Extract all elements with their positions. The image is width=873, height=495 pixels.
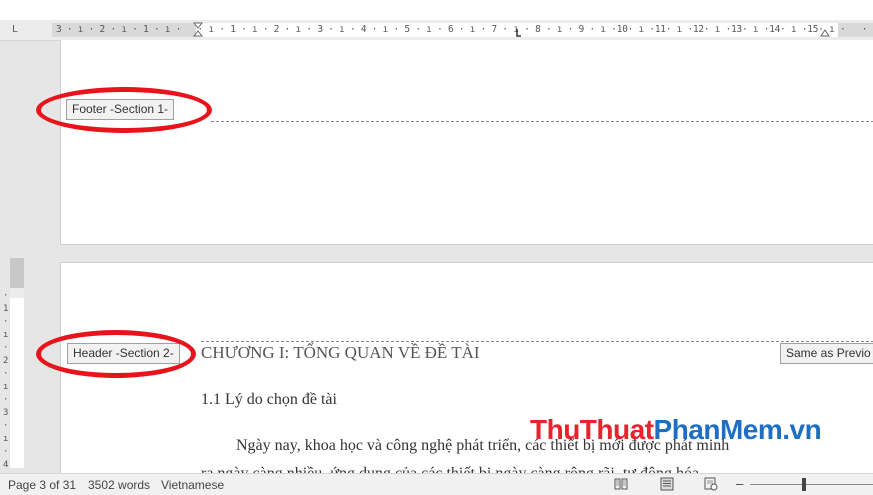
status-bar: Page 3 of 31 3502 words Vietnamese – [0, 473, 873, 495]
right-indent-icon[interactable] [820, 22, 830, 38]
word-count[interactable]: 3502 words [88, 478, 150, 492]
watermark-part-3: .vn [782, 414, 822, 445]
header-boundary-line [201, 341, 873, 342]
page-count[interactable]: Page 3 of 31 [8, 478, 76, 492]
tab-selector-icon[interactable]: L [8, 23, 22, 37]
body-paragraph-line-2[interactable]: ra ngày càng nhiều, ứng dụng của các thi… [201, 465, 699, 473]
footer-boundary-line [211, 121, 873, 122]
zoom-out-button[interactable]: – [736, 476, 743, 491]
web-icon[interactable] [704, 477, 718, 491]
zoom-slider-thumb[interactable] [802, 478, 806, 491]
zoom-slider-track[interactable] [750, 484, 873, 485]
chapter-title[interactable]: CHƯƠNG I: TỔNG QUAN VỀ ĐỀ TÀI [201, 343, 480, 363]
watermark-logo: ThuThuatPhanMem.vn [530, 414, 822, 446]
page-1-footer-area[interactable] [60, 40, 873, 245]
watermark-part-1: ThuThuat [530, 414, 654, 445]
vertical-ruler-margin [10, 258, 24, 288]
watermark-part-2: PhanMem [653, 414, 783, 445]
title-area [0, 0, 873, 20]
book-icon[interactable] [614, 477, 628, 491]
same-as-previous-tag: Same as Previo [780, 343, 873, 364]
language-indicator[interactable]: Vietnamese [161, 478, 224, 492]
highlight-ellipse-header [36, 330, 196, 378]
tab-stop-icon[interactable] [512, 28, 522, 38]
first-line-indent-icon[interactable] [193, 22, 203, 38]
ruler-tick-labels: 3 · ı · 2 · ı · 1 · ı · · ı · 1 · ı · 2 … [56, 24, 873, 35]
section-heading[interactable]: 1.1 Lý do chọn đề tài [201, 391, 337, 409]
highlight-ellipse-footer [36, 87, 212, 133]
vertical-ruler-ticks: · 1 · ı · 2 · ı · 3 · ı · 4 [3, 291, 9, 470]
page-icon[interactable] [660, 477, 674, 491]
horizontal-ruler[interactable]: L 3 · ı · 2 · ı · 1 · ı · · ı · 1 · ı · … [0, 20, 873, 41]
